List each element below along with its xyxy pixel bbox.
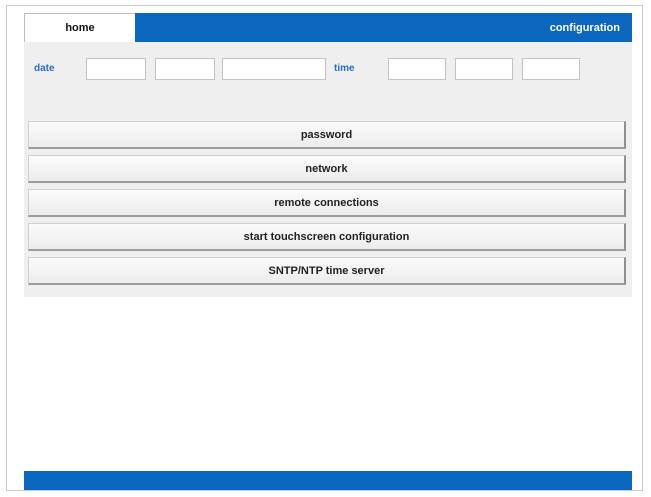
remote-connections-button[interactable]: remote connections xyxy=(28,189,626,217)
tab-home-label: home xyxy=(65,22,95,34)
sntp-ntp-time-server-button[interactable]: SNTP/NTP time server xyxy=(28,257,626,285)
time-second-field[interactable] xyxy=(522,58,580,80)
configuration-panel: date time password network remote connec… xyxy=(24,42,632,297)
date-label: date xyxy=(34,63,55,74)
tab-bar: home configuration xyxy=(24,13,632,42)
start-touchscreen-configuration-button[interactable]: start touchscreen configuration xyxy=(28,223,626,251)
time-label: time xyxy=(334,63,355,74)
date-month-field[interactable] xyxy=(155,58,215,80)
tab-configuration[interactable]: configuration xyxy=(135,13,632,42)
date-time-row: date time xyxy=(24,58,632,82)
password-button[interactable]: password xyxy=(28,121,626,149)
footer-bar xyxy=(24,471,632,490)
time-hour-field[interactable] xyxy=(388,58,446,80)
tab-configuration-label: configuration xyxy=(549,21,620,34)
network-button[interactable]: network xyxy=(28,155,626,183)
time-minute-field[interactable] xyxy=(455,58,513,80)
date-day-field[interactable] xyxy=(86,58,146,80)
tab-home[interactable]: home xyxy=(24,13,135,42)
date-year-field[interactable] xyxy=(222,58,326,80)
